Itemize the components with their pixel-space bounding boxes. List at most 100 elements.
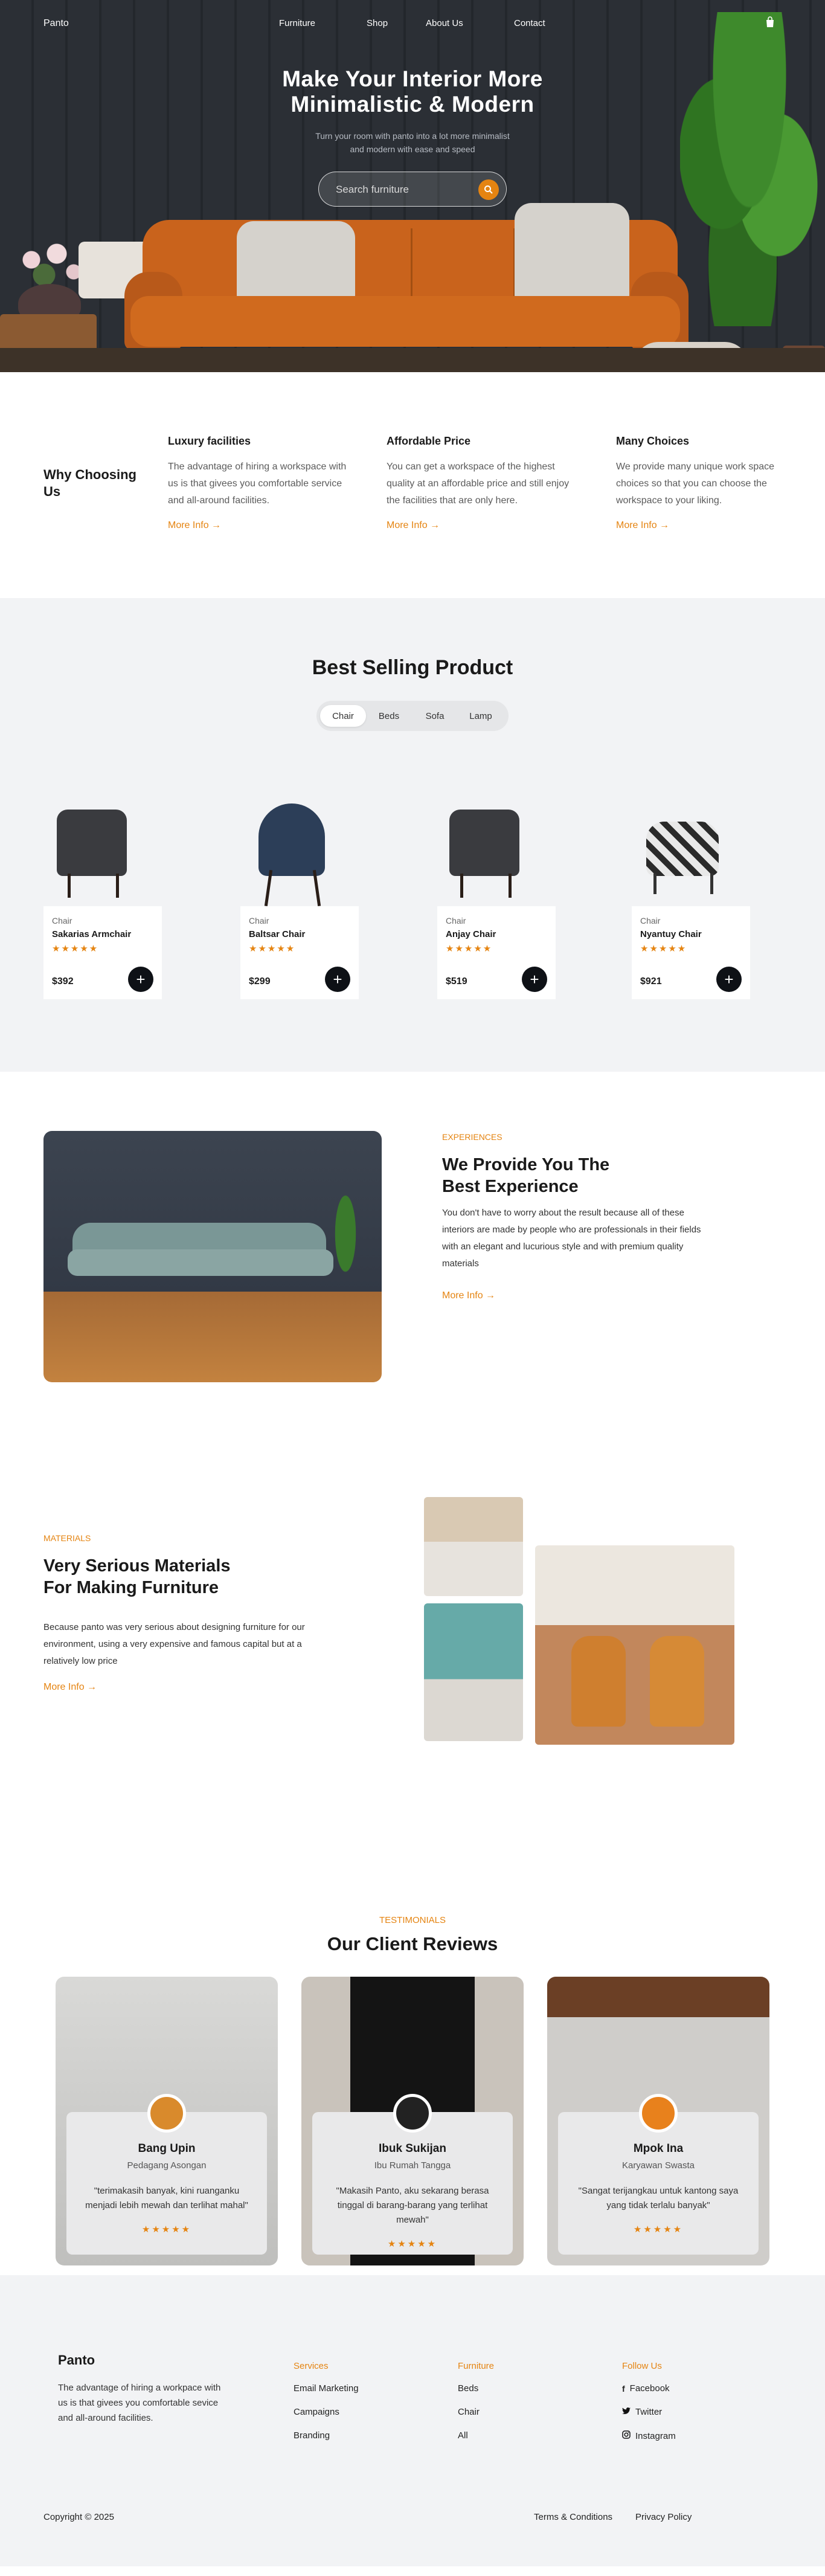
footer-follow: Follow Us f Facebook Twitter Instagram bbox=[622, 2361, 676, 2455]
footer-link-instagram[interactable]: Instagram bbox=[622, 2430, 676, 2441]
best-selling-title: Best Selling Product bbox=[312, 656, 513, 679]
product-image bbox=[240, 785, 359, 907]
add-to-cart-button[interactable]: + bbox=[325, 967, 350, 992]
nav-link-shop[interactable]: Shop bbox=[367, 18, 426, 28]
pillow-image bbox=[515, 203, 629, 312]
add-to-cart-button[interactable]: + bbox=[128, 967, 153, 992]
footer-link-label: Twitter bbox=[635, 2407, 663, 2417]
product-info: Chair Nyantuy Chair ★★★★★ $921 + bbox=[632, 906, 750, 999]
product-info: Chair Sakarias Armchair ★★★★★ $392 + bbox=[43, 906, 162, 999]
review-rating: ★★★★★ bbox=[141, 2224, 192, 2235]
add-to-cart-button[interactable]: + bbox=[716, 967, 742, 992]
tab-chair[interactable]: Chair bbox=[320, 705, 366, 727]
copyright: Copyright © 2025 bbox=[43, 2512, 114, 2522]
footer-link-facebook[interactable]: f Facebook bbox=[622, 2383, 676, 2394]
product-price: $299 bbox=[249, 976, 271, 987]
search-bar bbox=[318, 172, 507, 207]
instagram-icon bbox=[622, 2430, 631, 2441]
product-price: $392 bbox=[52, 976, 74, 987]
hero-subtitle: Turn your room with panto into a lot mor… bbox=[0, 129, 825, 156]
footer-heading: Furniture bbox=[458, 2361, 495, 2371]
footer: Panto The advantage of hiring a workpace… bbox=[0, 2275, 825, 2566]
privacy-link[interactable]: Privacy Policy bbox=[635, 2512, 692, 2522]
product-name: Anjay Chair bbox=[446, 929, 496, 939]
feature-choices: Many Choices We provide many unique work… bbox=[616, 435, 803, 531]
facebook-icon: f bbox=[622, 2383, 625, 2394]
product-image bbox=[43, 785, 162, 906]
coffee-table-image bbox=[314, 350, 531, 372]
shopping-bag-icon[interactable] bbox=[763, 16, 777, 29]
product-name: Sakarias Armchair bbox=[52, 929, 132, 939]
side-table-image bbox=[0, 314, 97, 372]
review-quote: "Makasih Panto, aku sekarang berasa ting… bbox=[336, 2186, 489, 2225]
nav-link-furniture[interactable]: Furniture bbox=[279, 18, 367, 28]
section-label: MATERIALS bbox=[43, 1533, 91, 1543]
review-box: Ibuk Sukijan Ibu Rumah Tangga "Makasih P… bbox=[312, 2094, 513, 2255]
experience-text: You don't have to worry about the result… bbox=[442, 1208, 701, 1269]
top-nav: Panto Furniture Shop About Us Contact bbox=[0, 0, 825, 48]
product-card[interactable]: Chair Sakarias Armchair ★★★★★ $392 + bbox=[43, 785, 162, 999]
product-card[interactable]: Chair Nyantuy Chair ★★★★★ $921 + bbox=[632, 785, 750, 999]
footer-about: The advantage of hiring a workpace with … bbox=[58, 2383, 221, 2423]
search-icon[interactable] bbox=[478, 179, 499, 200]
hero-subtitle-line1: Turn your room with panto into a lot mor… bbox=[315, 131, 510, 141]
review-card: Mpok Ina Karyawan Swasta "Sangat terijan… bbox=[547, 1977, 769, 2265]
search-input[interactable] bbox=[336, 182, 469, 198]
product-card[interactable]: Chair Anjay Chair ★★★★★ $519 + bbox=[437, 785, 556, 999]
section-label: TESTIMONIALS bbox=[379, 1915, 446, 1925]
more-info-link[interactable]: More Info → bbox=[43, 1682, 97, 1693]
material-image bbox=[535, 1545, 734, 1745]
footer-link[interactable]: All bbox=[458, 2430, 494, 2441]
feature-text: The advantage of hiring a workspace with… bbox=[168, 462, 347, 506]
product-image bbox=[632, 785, 750, 906]
plant-pot-image bbox=[783, 346, 825, 372]
feature-text: We provide many unique work space choice… bbox=[616, 462, 775, 506]
product-rating: ★★★★★ bbox=[640, 944, 687, 954]
footer-link-twitter[interactable]: Twitter bbox=[622, 2407, 676, 2417]
footer-link[interactable]: Beds bbox=[458, 2383, 494, 2394]
footer-heading: Follow Us bbox=[622, 2361, 662, 2371]
why-section: Why Choosing Us Luxury facilities The ad… bbox=[0, 372, 825, 598]
reviewer-name: Ibuk Sukijan bbox=[379, 2142, 446, 2155]
footer-link-label: Facebook bbox=[629, 2383, 670, 2394]
footer-link[interactable]: Email Marketing bbox=[294, 2383, 359, 2394]
nav-logo[interactable]: Panto bbox=[43, 18, 69, 29]
product-category: Chair bbox=[640, 916, 661, 926]
reviewer-role: Pedagang Asongan bbox=[127, 2160, 207, 2171]
pouf-image bbox=[634, 342, 749, 372]
more-info-link[interactable]: More Info → bbox=[168, 520, 355, 531]
section-label: EXPERIENCES bbox=[442, 1132, 502, 1142]
footer-link-label: Instagram bbox=[635, 2430, 676, 2441]
review-box: Bang Upin Pedagang Asongan "terimakasih … bbox=[66, 2094, 267, 2255]
hero-title-line1: Make Your Interior More bbox=[282, 66, 543, 91]
experience-title: We Provide You The Best Experience bbox=[442, 1155, 610, 1196]
feature-text: You can get a workspace of the highest q… bbox=[387, 462, 570, 506]
more-info-link[interactable]: More Info → bbox=[616, 520, 803, 531]
footer-link[interactable]: Chair bbox=[458, 2407, 494, 2417]
hero-title-line2: Minimalistic & Modern bbox=[291, 92, 534, 117]
hero-section: Panto Furniture Shop About Us Contact Ma… bbox=[0, 0, 825, 372]
footer-services: Services Email Marketing Campaigns Brand… bbox=[294, 2361, 359, 2454]
product-card[interactable]: Chair Baltsar Chair ★★★★★ $299 + bbox=[240, 785, 359, 999]
review-box: Mpok Ina Karyawan Swasta "Sangat terijan… bbox=[558, 2094, 759, 2255]
footer-brand: Panto bbox=[58, 2352, 95, 2368]
category-tabs: Chair Beds Sofa Lamp bbox=[316, 701, 509, 731]
nav-link-about[interactable]: About Us bbox=[426, 18, 514, 28]
nav-link-contact[interactable]: Contact bbox=[514, 18, 556, 28]
tab-beds[interactable]: Beds bbox=[366, 705, 412, 727]
avatar bbox=[147, 2094, 186, 2133]
tab-sofa[interactable]: Sofa bbox=[412, 705, 458, 727]
footer-link[interactable]: Branding bbox=[294, 2430, 359, 2441]
product-category: Chair bbox=[249, 916, 269, 926]
footer-link[interactable]: Campaigns bbox=[294, 2407, 359, 2417]
more-info-link[interactable]: More Info → bbox=[442, 1290, 495, 1301]
terms-link[interactable]: Terms & Conditions bbox=[534, 2512, 612, 2522]
feature-title: Many Choices bbox=[616, 435, 690, 447]
feature-price: Affordable Price You can get a workspace… bbox=[387, 435, 574, 531]
product-rating: ★★★★★ bbox=[249, 944, 296, 954]
review-quote: "terimakasih banyak, kini ruanganku menj… bbox=[85, 2186, 248, 2211]
add-to-cart-button[interactable]: + bbox=[522, 967, 547, 992]
tab-lamp[interactable]: Lamp bbox=[458, 705, 504, 727]
product-name: Baltsar Chair bbox=[249, 929, 306, 939]
more-info-link[interactable]: More Info → bbox=[387, 520, 574, 531]
